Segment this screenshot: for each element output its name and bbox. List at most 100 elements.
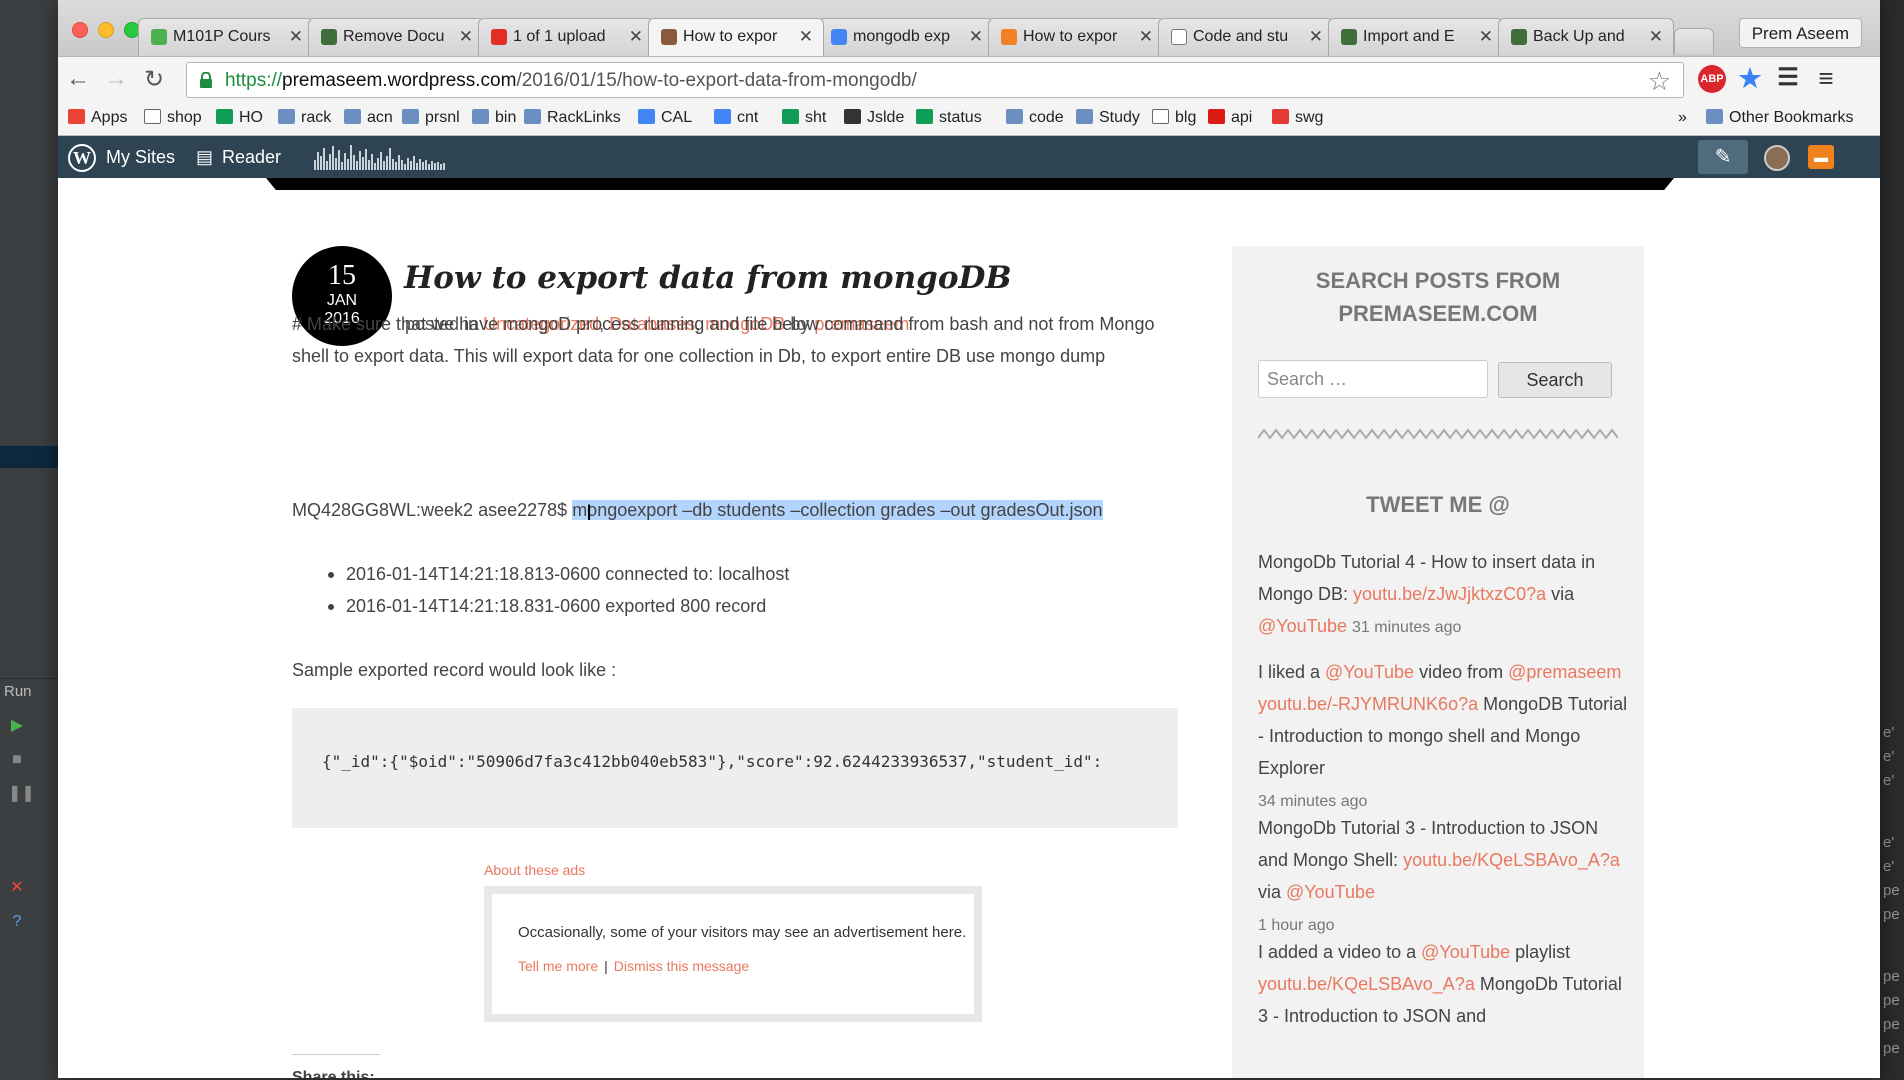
folder-icon xyxy=(278,109,295,124)
code-block[interactable]: {"_id":{"$oid":"50906d7fa3c412bb040eb583… xyxy=(292,708,1178,828)
browser-tab[interactable]: How to expor ✕ xyxy=(648,18,824,56)
run-close-icon[interactable]: ✕ xyxy=(8,879,26,897)
bookmark-star-icon[interactable]: ☆ xyxy=(1648,66,1671,97)
tweet-time[interactable]: 31 minutes ago xyxy=(1352,619,1461,636)
my-sites-link[interactable]: My Sites xyxy=(106,147,175,168)
bookmark-item[interactable]: cnt xyxy=(714,109,758,127)
browser-tab[interactable]: Remove Docu ✕ xyxy=(308,18,484,56)
selected-command: mongoexport –db students –collection gra… xyxy=(572,500,1103,520)
browser-tab[interactable]: Import and E ✕ xyxy=(1328,18,1504,56)
mention-link[interactable]: @YouTube xyxy=(1325,662,1414,682)
address-text[interactable]: https://premaseem.wordpress.com/2016/01/… xyxy=(225,70,917,92)
run-play-icon[interactable]: ▶ xyxy=(8,717,26,735)
search-input[interactable] xyxy=(1258,360,1488,398)
post-title[interactable]: How to export data from mongoDB xyxy=(404,260,1012,296)
about-ads-link[interactable]: About these ads xyxy=(484,862,585,878)
notifications-icon[interactable]: ▬ xyxy=(1808,145,1834,169)
favicon-icon xyxy=(1341,29,1357,45)
bookmark-item[interactable]: Study xyxy=(1076,109,1140,127)
browser-tab[interactable]: mongodb exp ✕ xyxy=(818,18,994,56)
browser-tab[interactable]: Code and stu ✕ xyxy=(1158,18,1334,56)
tab-close-icon[interactable]: ✕ xyxy=(289,27,303,47)
run-stop-icon[interactable]: ■ xyxy=(8,751,26,769)
wp-admin-bar: W My Sites ▤ Reader ✎ ▬ xyxy=(58,136,1880,178)
shell-prompt: MQ428GG8WL:week2 asee2278$ xyxy=(292,500,568,520)
reader-icon[interactable]: ▤ xyxy=(196,147,213,168)
bookmark-item[interactable]: sht xyxy=(782,109,826,127)
tab-close-icon[interactable]: ✕ xyxy=(1649,27,1663,47)
browser-tab[interactable]: How to expor ✕ xyxy=(988,18,1164,56)
mention-link[interactable]: @YouTube xyxy=(1286,882,1375,902)
reload-icon[interactable]: ↻ xyxy=(144,65,164,94)
console-text: pe xyxy=(1883,882,1900,899)
bookmark-manager-icon[interactable]: ★ xyxy=(1736,65,1764,93)
new-tab-button[interactable] xyxy=(1674,28,1714,54)
tweet-item: I liked a @YouTube video from @premaseem… xyxy=(1258,662,1628,810)
tab-title: 1 of 1 upload xyxy=(513,28,606,45)
ide-run-panel: Run ▶ ■ ❚❚ ✕ ? xyxy=(0,678,58,1080)
tab-close-icon[interactable]: ✕ xyxy=(799,27,813,47)
spinner-icon xyxy=(1272,109,1289,124)
bookmark-item[interactable]: code xyxy=(1006,109,1064,127)
reader-link[interactable]: Reader xyxy=(222,147,281,168)
tab-close-icon[interactable]: ✕ xyxy=(1139,27,1153,47)
other-bookmarks[interactable]: Other Bookmarks xyxy=(1706,109,1853,127)
chrome-menu-icon[interactable]: ≡ xyxy=(1812,65,1840,93)
tab-close-icon[interactable]: ✕ xyxy=(1479,27,1493,47)
dismiss-link[interactable]: Dismiss this message xyxy=(614,958,749,974)
calendar-icon xyxy=(638,109,655,124)
bookmark-item[interactable]: blg xyxy=(1152,109,1196,127)
bookmarks-bar: Apps shop HO rack acn prsnl bin RackLinks CAL cnt… xyxy=(58,102,1880,136)
forward-arrow-icon[interactable]: → xyxy=(104,65,128,93)
mention-link[interactable]: @YouTube xyxy=(1258,616,1347,636)
folder-icon xyxy=(344,109,361,124)
bookmark-item[interactable]: rack xyxy=(278,109,331,127)
bookmark-item[interactable]: prsnl xyxy=(402,109,460,127)
extension-icon[interactable]: ☰ xyxy=(1774,65,1802,93)
tweet-link[interactable]: youtu.be/KQeLSBAvo_A?a xyxy=(1403,850,1620,870)
adblock-plus-icon[interactable]: ABP xyxy=(1698,65,1726,93)
tab-close-icon[interactable]: ✕ xyxy=(969,27,983,47)
profile-button[interactable]: Prem Aseem xyxy=(1738,18,1862,48)
tweet-time[interactable]: 1 hour ago xyxy=(1258,917,1335,934)
favicon-icon xyxy=(661,29,677,45)
bookmark-item[interactable]: bin xyxy=(472,109,516,127)
bookmark-item[interactable]: swg xyxy=(1272,109,1323,127)
bookmark-item[interactable]: api xyxy=(1208,109,1252,127)
window-close-icon[interactable] xyxy=(72,22,88,38)
search-button[interactable]: Search xyxy=(1498,362,1612,398)
bookmark-item[interactable]: RackLinks xyxy=(524,109,621,127)
avatar[interactable] xyxy=(1764,145,1790,171)
folder-icon xyxy=(1706,109,1723,124)
bookmark-item[interactable]: acn xyxy=(344,109,393,127)
bookmarks-overflow-icon[interactable]: » xyxy=(1678,109,1687,127)
list-item: 2016-01-14T14:21:18.831-0600 exported 80… xyxy=(327,590,789,622)
tweet-time[interactable]: 34 minutes ago xyxy=(1258,793,1367,810)
help-icon[interactable]: ? xyxy=(8,913,26,931)
bookmark-item[interactable]: shop xyxy=(144,109,202,127)
write-post-icon[interactable]: ✎ xyxy=(1698,140,1748,174)
wordpress-logo-icon[interactable]: W xyxy=(68,144,96,172)
address-bar[interactable]: https://premaseem.wordpress.com/2016/01/… xyxy=(186,62,1684,98)
browser-tab[interactable]: 1 of 1 upload ✕ xyxy=(478,18,654,56)
tab-close-icon[interactable]: ✕ xyxy=(459,27,473,47)
bookmark-item[interactable]: status xyxy=(916,109,982,127)
tab-close-icon[interactable]: ✕ xyxy=(1309,27,1323,47)
window-minimize-icon[interactable] xyxy=(98,22,114,38)
tweet-link[interactable]: youtu.be/KQeLSBAvo_A?a xyxy=(1258,974,1475,994)
tab-close-icon[interactable]: ✕ xyxy=(629,27,643,47)
bookmark-item[interactable]: Jslde xyxy=(844,109,904,127)
bookmark-item[interactable]: HO xyxy=(216,109,263,127)
run-pause-icon[interactable]: ❚❚ xyxy=(8,785,35,803)
bookmark-item[interactable]: CAL xyxy=(638,109,692,127)
browser-tab[interactable]: Back Up and ✕ xyxy=(1498,18,1674,56)
bookmark-item[interactable]: Apps xyxy=(68,109,127,127)
tweet-link[interactable]: youtu.be/zJwJjktxzC0?a xyxy=(1353,584,1546,604)
tweet-item: MongoDb Tutorial 3 - Introduction to JSO… xyxy=(1258,818,1620,934)
tell-me-more-link[interactable]: Tell me more xyxy=(518,958,598,974)
browser-tab[interactable]: M101P Cours ✕ xyxy=(138,18,314,56)
back-arrow-icon[interactable]: ← xyxy=(66,65,90,93)
mention-link[interactable]: @premaseem xyxy=(1508,662,1621,682)
mention-link[interactable]: @YouTube xyxy=(1421,942,1510,962)
tweet-link[interactable]: youtu.be/-RJYMRUNK6o?a xyxy=(1258,694,1478,714)
